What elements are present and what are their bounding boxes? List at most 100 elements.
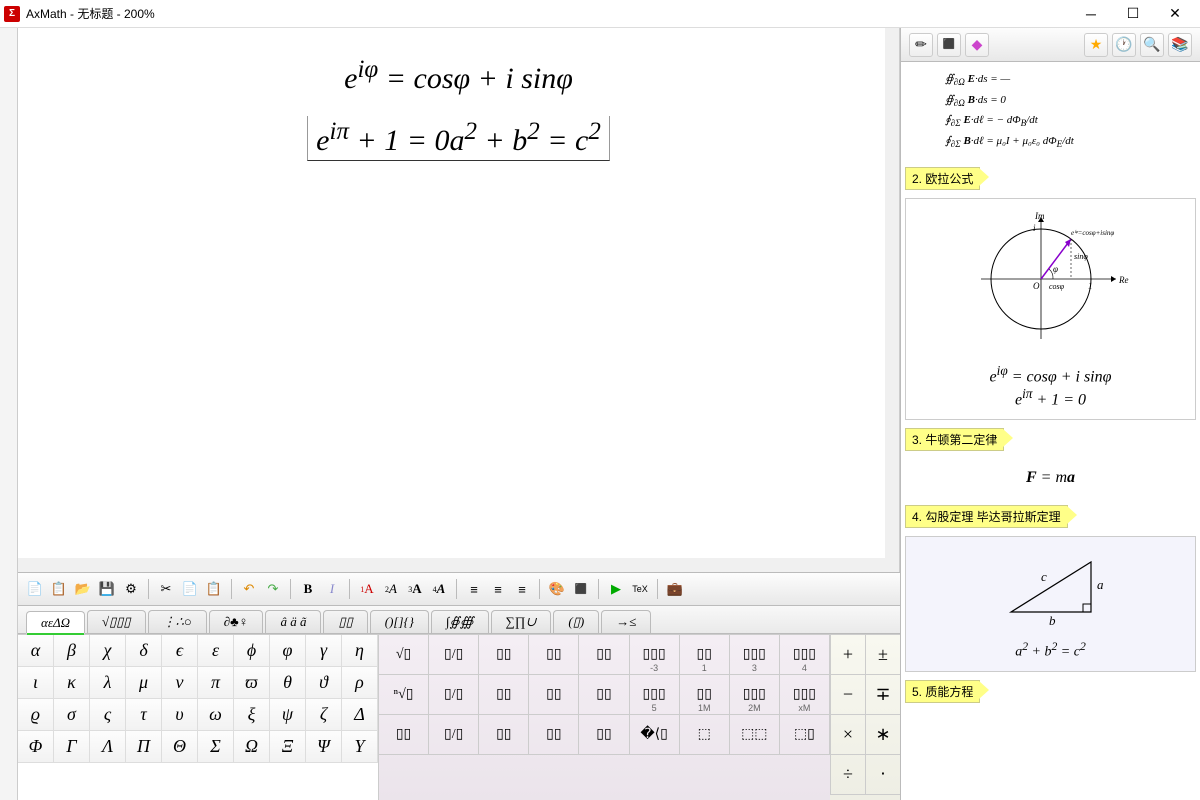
greek-ψ[interactable]: ψ (270, 699, 306, 731)
greek-φ[interactable]: φ (270, 635, 306, 667)
template-1[interactable]: ▯/▯ (429, 635, 479, 675)
template-6[interactable]: ▯▯1 (680, 635, 730, 675)
eraser-button[interactable]: ✏ (909, 33, 933, 57)
greek-ρ[interactable]: ρ (342, 667, 378, 699)
op-×[interactable]: × (830, 715, 865, 755)
align-center-button[interactable]: ≡ (487, 578, 509, 600)
op-−[interactable]: − (830, 675, 865, 715)
greek-Λ[interactable]: Λ (90, 731, 126, 763)
greek-ϕ[interactable]: ϕ (234, 635, 270, 667)
greek-ξ[interactable]: ξ (234, 699, 270, 731)
briefcase-button[interactable]: 💼 (664, 578, 686, 600)
star-button[interactable]: ★ (1084, 33, 1108, 57)
greek-Δ[interactable]: Δ (342, 699, 378, 731)
op-⋅[interactable]: ⋅ (865, 755, 900, 795)
template-17[interactable]: ▯▯▯xM (780, 675, 830, 715)
symbol-tab-8[interactable]: ∑∏∪ (491, 610, 552, 633)
greek-Θ[interactable]: Θ (162, 731, 198, 763)
greek-ϑ[interactable]: ϑ (306, 667, 342, 699)
greek-θ[interactable]: θ (270, 667, 306, 699)
font1-button[interactable]: 1A (356, 578, 378, 600)
greek-ϵ[interactable]: ϵ (162, 635, 198, 667)
undo-button[interactable]: ↶ (238, 578, 260, 600)
grid-button[interactable]: ⬛ (937, 33, 961, 57)
symbol-tab-10[interactable]: →≤ (601, 610, 651, 633)
greek-π[interactable]: π (198, 667, 234, 699)
greek-Ψ[interactable]: Ψ (306, 731, 342, 763)
template-21[interactable]: ▯▯ (529, 715, 579, 755)
greek-ϖ[interactable]: ϖ (234, 667, 270, 699)
euler-diagram-box[interactable]: Re Im O 1 i φ sinφ cosφ eⁱᵠ=cosφ+isinφ e… (905, 198, 1196, 421)
template-14[interactable]: ▯▯▯5 (630, 675, 680, 715)
template-24[interactable]: ⬚ (680, 715, 730, 755)
greek-δ[interactable]: δ (126, 635, 162, 667)
greek-Π[interactable]: Π (126, 731, 162, 763)
greek-β[interactable]: β (54, 635, 90, 667)
greek-ζ[interactable]: ζ (306, 699, 342, 731)
align-left-button[interactable]: ≡ (463, 578, 485, 600)
align-right-button[interactable]: ≡ (511, 578, 533, 600)
template-3[interactable]: ▯▯ (529, 635, 579, 675)
greek-γ[interactable]: γ (306, 635, 342, 667)
clock-button[interactable]: 🕐 (1112, 33, 1136, 57)
save-button[interactable]: 💾 (96, 578, 118, 600)
font3-button[interactable]: 3A (404, 578, 426, 600)
template-15[interactable]: ▯▯1M (680, 675, 730, 715)
greek-κ[interactable]: κ (54, 667, 90, 699)
greek-χ[interactable]: χ (90, 635, 126, 667)
template-4[interactable]: ▯▯ (579, 635, 629, 675)
greek-ς[interactable]: ς (90, 699, 126, 731)
search-button[interactable]: 🔍 (1140, 33, 1164, 57)
greek-μ[interactable]: μ (126, 667, 162, 699)
greek-ϱ[interactable]: ϱ (18, 699, 54, 731)
template-16[interactable]: ▯▯▯2M (730, 675, 780, 715)
newton-formula[interactable]: F = ma (905, 459, 1196, 497)
template-19[interactable]: ▯/▯ (429, 715, 479, 755)
maximize-button[interactable]: ☐ (1112, 0, 1154, 28)
color-button[interactable]: 🎨 (546, 578, 568, 600)
template-22[interactable]: ▯▯ (579, 715, 629, 755)
new-button[interactable]: 📄 (24, 578, 46, 600)
symbol-tab-0[interactable]: αεΔΩ (26, 611, 85, 634)
palette-button[interactable]: ⬛ (570, 578, 592, 600)
op-÷[interactable]: ÷ (830, 755, 865, 795)
copy-button[interactable]: 📄 (179, 578, 201, 600)
greek-Ξ[interactable]: Ξ (270, 731, 306, 763)
editor-vscrollbar[interactable] (885, 28, 899, 572)
italic-button[interactable]: I (321, 578, 343, 600)
template-20[interactable]: ▯▯ (479, 715, 529, 755)
maxwell-equations[interactable]: ∯∂Ω E·ds = —∯∂Ω B·ds = 0∮∂Σ E·dℓ = − dΦB… (905, 70, 1196, 159)
minimize-button[interactable]: ─ (1070, 0, 1112, 28)
bold-button[interactable]: B (297, 578, 319, 600)
open-button[interactable]: 📂 (72, 578, 94, 600)
section-pythagoras[interactable]: 4. 勾股定理 毕达哥拉斯定理 (905, 505, 1068, 528)
greek-Γ[interactable]: Γ (54, 731, 90, 763)
greek-ν[interactable]: ν (162, 667, 198, 699)
greek-Σ[interactable]: Σ (198, 731, 234, 763)
greek-Φ[interactable]: Φ (18, 731, 54, 763)
template-7[interactable]: ▯▯▯3 (730, 635, 780, 675)
template-0[interactable]: √▯ (379, 635, 429, 675)
template-23[interactable]: �⟨▯ (630, 715, 680, 755)
section-euler[interactable]: 2. 欧拉公式 (905, 167, 980, 190)
greek-υ[interactable]: υ (162, 699, 198, 731)
template-11[interactable]: ▯▯ (479, 675, 529, 715)
book-button[interactable]: 📚 (1168, 33, 1192, 57)
play-button[interactable]: ▶ (605, 578, 627, 600)
template-2[interactable]: ▯▯ (479, 635, 529, 675)
symbol-tab-4[interactable]: â ä ã (265, 610, 321, 633)
op-±[interactable]: ± (865, 635, 900, 675)
tag-button[interactable]: ◆ (965, 33, 989, 57)
font2-button[interactable]: 2A (380, 578, 402, 600)
template-10[interactable]: ▯/▯ (429, 675, 479, 715)
redo-button[interactable]: ↷ (262, 578, 284, 600)
greek-ω[interactable]: ω (198, 699, 234, 731)
font4-button[interactable]: 4A (428, 578, 450, 600)
symbol-tab-2[interactable]: ⋮∴○ (148, 610, 207, 633)
greek-α[interactable]: α (18, 635, 54, 667)
close-button[interactable]: ✕ (1154, 0, 1196, 28)
paste-button[interactable]: 📋 (203, 578, 225, 600)
equation-line-1[interactable]: eiφ = cosφ + i sinφ (58, 56, 859, 96)
op-∓[interactable]: ∓ (865, 675, 900, 715)
pythagoras-box[interactable]: c a b a2 + b2 = c2 (905, 536, 1196, 672)
